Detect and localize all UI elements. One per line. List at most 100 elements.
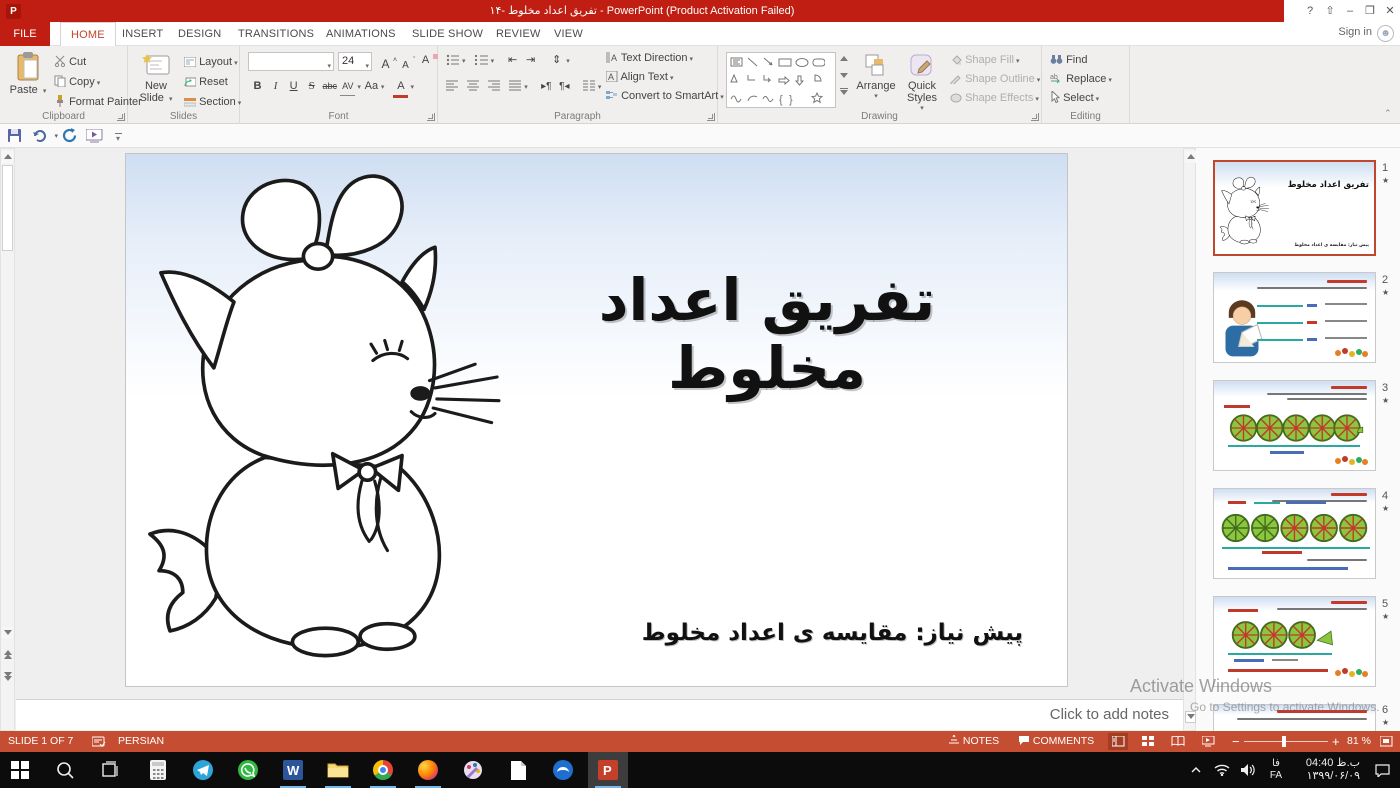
font-color-button[interactable]: A bbox=[393, 78, 408, 98]
font-name-combobox[interactable]: ▾ bbox=[248, 52, 334, 71]
notepad-app-icon[interactable] bbox=[498, 752, 538, 788]
notes-panel[interactable]: Click to add notes bbox=[16, 699, 1183, 730]
minimize-button[interactable]: – bbox=[1340, 0, 1360, 22]
grow-font-button[interactable]: A˄ bbox=[378, 52, 397, 69]
file-explorer-icon[interactable] bbox=[318, 752, 358, 788]
zoom-percentage[interactable]: 81 % bbox=[1347, 731, 1371, 752]
redo-button[interactable] bbox=[60, 127, 80, 145]
help-button[interactable]: ? bbox=[1300, 0, 1320, 22]
restore-button[interactable]: ❐ bbox=[1360, 0, 1380, 22]
scroll-up-arrow[interactable] bbox=[2, 151, 13, 163]
decrease-indent-button[interactable]: ⇤ bbox=[505, 52, 520, 69]
copy-button[interactable]: Copy▾ bbox=[54, 74, 100, 91]
layout-button[interactable]: Layout▾ bbox=[184, 54, 238, 71]
reading-view-button[interactable] bbox=[1168, 733, 1188, 750]
scrollbar-thumb[interactable] bbox=[2, 165, 13, 251]
thumbnail-scrollbar[interactable] bbox=[1183, 148, 1196, 731]
customize-qat-button[interactable]: ▾ bbox=[108, 127, 128, 145]
notes-toggle[interactable]: NOTES bbox=[948, 731, 999, 752]
spell-check-icon[interactable] bbox=[92, 731, 106, 752]
text-direction-button[interactable]: A Text Direction▾ bbox=[606, 50, 693, 67]
section-button[interactable]: Section▾ bbox=[184, 94, 241, 111]
arrange-button[interactable]: Arrange ▾ bbox=[854, 50, 898, 108]
font-size-combobox[interactable]: 24▾ bbox=[338, 52, 372, 71]
slide-title-text[interactable]: تفریق اعداد مخلوط bbox=[497, 266, 1037, 402]
tab-home[interactable]: HOME bbox=[60, 22, 116, 46]
editor-vertical-scrollbar[interactable] bbox=[0, 148, 15, 731]
shape-outline-button[interactable]: Shape Outline▾ bbox=[950, 71, 1040, 88]
drawing-dialog-launcher[interactable] bbox=[1031, 113, 1039, 121]
normal-view-button[interactable] bbox=[1108, 733, 1128, 750]
subscript-strike-button[interactable]: abc bbox=[322, 78, 337, 95]
ribbon-display-options-button[interactable]: ⇧ bbox=[1320, 0, 1340, 22]
zoom-in-button[interactable]: + bbox=[1332, 731, 1340, 752]
left-to-right-button[interactable]: ▸¶ bbox=[539, 78, 554, 95]
undo-button[interactable]: ▾ bbox=[30, 127, 58, 145]
paragraph-dialog-launcher[interactable] bbox=[707, 113, 715, 121]
close-button[interactable]: ✕ bbox=[1380, 0, 1400, 22]
firefox-app-icon[interactable] bbox=[408, 752, 448, 788]
cut-button[interactable]: Cut bbox=[54, 54, 86, 71]
find-button[interactable]: Find bbox=[1050, 52, 1087, 69]
start-from-beginning-button[interactable] bbox=[84, 127, 104, 145]
wifi-icon[interactable] bbox=[1210, 752, 1234, 788]
justify-icon[interactable] bbox=[509, 80, 522, 91]
zoom-slider-thumb[interactable] bbox=[1282, 736, 1286, 747]
language-switcher[interactable]: فا FA bbox=[1262, 752, 1290, 788]
shape-fill-button[interactable]: Shape Fill▾ bbox=[950, 52, 1020, 69]
action-center-icon[interactable] bbox=[1368, 752, 1396, 788]
clipboard-dialog-launcher[interactable] bbox=[117, 113, 125, 121]
reset-button[interactable]: Reset bbox=[184, 74, 228, 91]
tab-file[interactable]: FILE bbox=[0, 22, 50, 46]
thumbnail-slide-5[interactable] bbox=[1213, 596, 1376, 687]
shapes-gallery-scroll[interactable] bbox=[838, 52, 850, 108]
powerpoint-taskbar-icon[interactable]: P bbox=[588, 752, 628, 788]
align-text-button[interactable]: A Align Text▾ bbox=[606, 69, 673, 86]
tab-insert[interactable]: INSERT bbox=[112, 22, 173, 46]
tab-animations[interactable]: ANIMATIONS bbox=[316, 22, 406, 46]
align-left-icon[interactable] bbox=[446, 80, 459, 91]
thumbnail-scroll-up[interactable] bbox=[1185, 151, 1196, 163]
slide-show-view-button[interactable] bbox=[1198, 733, 1218, 750]
numbering-icon[interactable] bbox=[475, 54, 489, 65]
character-spacing-button[interactable]: AV bbox=[340, 78, 355, 96]
slide-sorter-view-button[interactable] bbox=[1138, 733, 1158, 750]
thumbnail-slide-3[interactable] bbox=[1213, 380, 1376, 471]
quick-styles-button[interactable]: Quick Styles ▾ bbox=[900, 50, 944, 108]
search-button[interactable] bbox=[45, 752, 85, 788]
underline-button[interactable]: U bbox=[286, 78, 301, 95]
slide-subtitle-text[interactable]: پیش نیاز: مقایسه ی اعداد مخلوط bbox=[642, 620, 1023, 646]
tab-slideshow[interactable]: SLIDE SHOW bbox=[402, 22, 493, 46]
chrome-app-icon[interactable] bbox=[363, 752, 403, 788]
clear-formatting-button[interactable]: A bbox=[418, 52, 438, 69]
tab-design[interactable]: DESIGN bbox=[168, 22, 231, 46]
comments-toggle[interactable]: COMMENTS bbox=[1018, 731, 1094, 752]
align-right-icon[interactable] bbox=[488, 80, 501, 91]
shrink-font-button[interactable]: Aˇ bbox=[398, 52, 415, 69]
align-center-icon[interactable] bbox=[467, 80, 480, 91]
italic-button[interactable]: I bbox=[268, 78, 283, 95]
zoom-out-button[interactable]: − bbox=[1232, 731, 1240, 752]
previous-slide-button[interactable] bbox=[2, 649, 13, 661]
line-spacing-button[interactable]: ⇕ bbox=[549, 52, 564, 69]
tab-view[interactable]: VIEW bbox=[544, 22, 593, 46]
increase-indent-button[interactable]: ⇥ bbox=[523, 52, 538, 69]
convert-smartart-button[interactable]: Convert to SmartArt▾ bbox=[606, 88, 724, 105]
right-to-left-button[interactable]: ¶◂ bbox=[557, 78, 572, 95]
fit-slide-button[interactable] bbox=[1376, 733, 1396, 750]
sign-in-link[interactable]: Sign in bbox=[1338, 26, 1372, 38]
paint-app-icon[interactable] bbox=[453, 752, 493, 788]
scroll-down-arrow[interactable] bbox=[2, 627, 13, 639]
tray-chevron-icon[interactable] bbox=[1184, 752, 1208, 788]
task-view-button[interactable] bbox=[90, 752, 130, 788]
telegram-app-icon[interactable] bbox=[183, 752, 223, 788]
thumbnail-slide-1[interactable]: تفریق اعداد مخلوط پیش نیاز: مقایسه ی اعد… bbox=[1213, 160, 1376, 256]
font-dialog-launcher[interactable] bbox=[427, 113, 435, 121]
bold-button[interactable]: B bbox=[250, 78, 265, 95]
calculator-app-icon[interactable] bbox=[138, 752, 178, 788]
new-slide-button[interactable]: New Slide ▾ bbox=[132, 50, 180, 108]
slide-counter[interactable]: SLIDE 1 OF 7 bbox=[8, 731, 73, 752]
select-button[interactable]: Select▾ bbox=[1050, 90, 1099, 107]
whatsapp-app-icon[interactable] bbox=[228, 752, 268, 788]
language-indicator[interactable]: PERSIAN bbox=[118, 731, 164, 752]
